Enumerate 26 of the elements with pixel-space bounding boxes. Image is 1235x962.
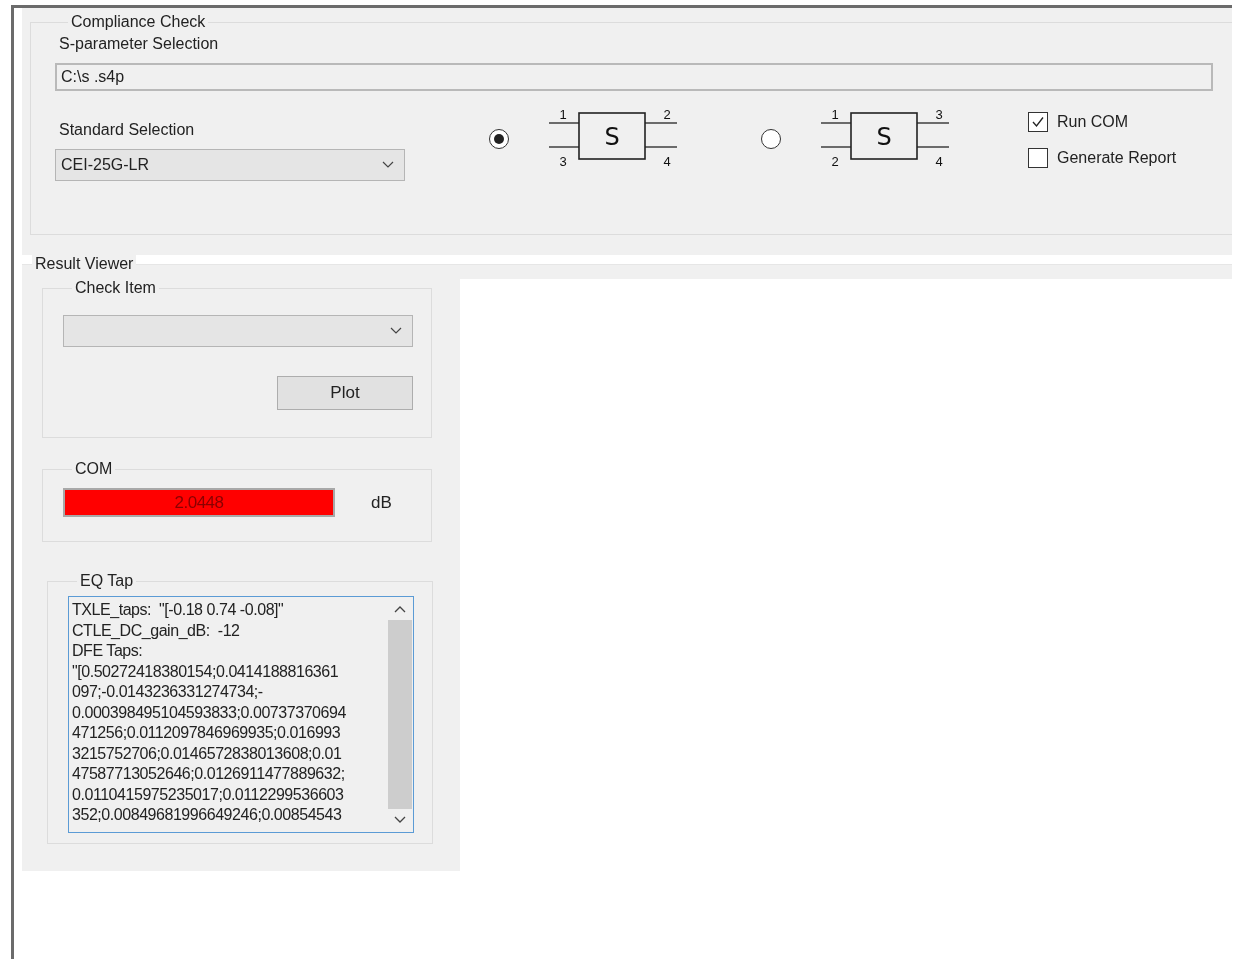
standard-dropdown[interactable]: CEI-25G-LR [55, 149, 405, 181]
radio-button[interactable] [489, 129, 509, 149]
port-diagram: S 1 3 2 4 [821, 107, 951, 171]
chevron-down-icon [390, 327, 402, 335]
group-title: EQ Tap [79, 572, 135, 590]
field-label: S-parameter Selection [59, 35, 220, 53]
file-path-field[interactable]: C:\s .s4p [55, 63, 1213, 91]
group-title: Check Item [74, 279, 157, 297]
radio-button[interactable] [761, 129, 781, 149]
check-icon [1031, 115, 1045, 129]
chevron-down-icon [382, 161, 394, 169]
plot-button[interactable]: Plot [277, 376, 413, 410]
chevron-down-icon [394, 816, 406, 824]
port-diagram: S 1 2 3 4 [549, 107, 679, 171]
checkbox-label: Run COM [1057, 113, 1129, 131]
field-label: Standard Selection [59, 121, 196, 139]
checkbox-label: Generate Report [1057, 149, 1177, 167]
com-value-bar: 2.0448 [63, 488, 335, 517]
checkbox[interactable] [1028, 148, 1048, 168]
group-title: COM [74, 460, 114, 478]
eq-tap-text-area[interactable]: TXLE_taps: "[-0.18 0.74 -0.08]" CTLE_DC_gain_dB: -12 DFE Taps: "[0.50272418380154;0.0414188816361 097;-0.0143236331274734;- 0.000398495104593833;0.00737370694 471256;0.0112097846969935;0.016993 3215752706;0.0146572838013608;0.01 47587713052646;0.0126911477889632; 0.0110415975235017;0.0112299536603 352;0.00849681996649246;0.00854543 [68, 596, 414, 833]
chevron-up-icon [394, 605, 406, 613]
check-item-dropdown[interactable] [63, 315, 413, 347]
group-title: Compliance Check [70, 13, 207, 31]
checkbox[interactable] [1028, 112, 1048, 132]
unit-label: dB [371, 492, 392, 513]
